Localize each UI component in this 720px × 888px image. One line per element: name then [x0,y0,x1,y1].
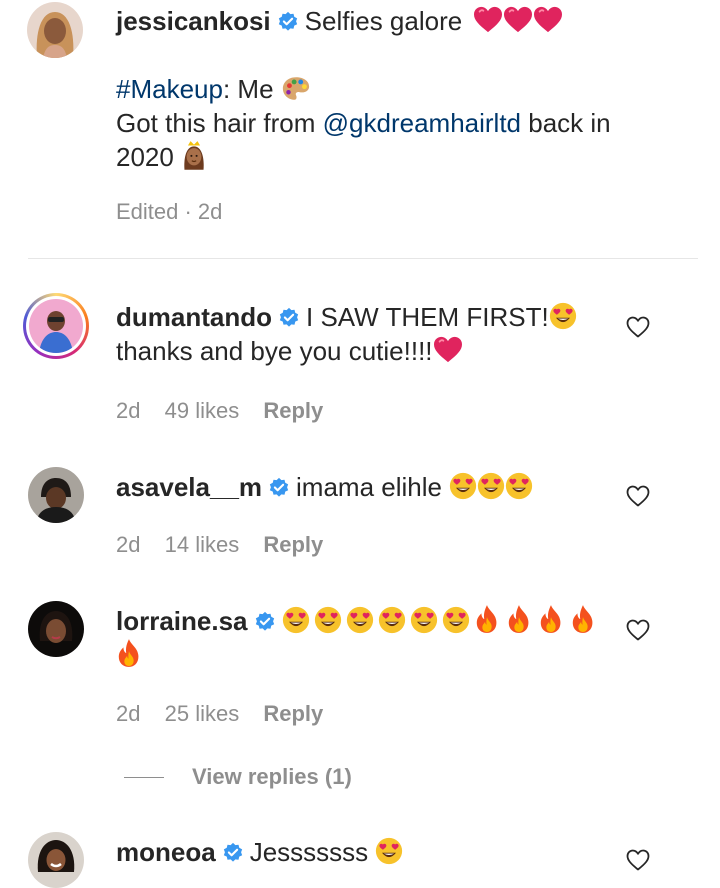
comment-3-line-1: lorraine.sa [116,604,596,638]
makeup-text: : Me [222,74,274,104]
comment-4-text-1: Jesssssss [249,837,369,867]
heart-eyes-emoji-icon [549,302,577,330]
heart-eyes-emoji-icon [410,606,438,634]
comment-3-line-2 [116,638,142,672]
comment-1-likes[interactable]: 49 likes [165,398,240,423]
caption-year-line: 2020 [116,140,207,174]
fire-emoji-icon [570,604,596,634]
caption-text: Selfies galore [304,6,463,36]
like-heart-icon[interactable] [626,619,650,641]
red-heart-emoji-icon [503,6,533,34]
reply-button[interactable]: Reply [263,398,323,423]
avatar-story-ring[interactable] [23,293,89,359]
caption-username[interactable]: jessicankosi [116,6,271,36]
avatar[interactable] [28,601,84,657]
comment-1-username[interactable]: dumantando [116,302,272,332]
caption-meta: Edited · 2d [116,198,240,226]
heart-eyes-emoji-icon [449,472,477,500]
red-heart-emoji-icon [533,6,563,34]
red-heart-emoji-icon [433,336,463,364]
hair-text: Got this hair from [116,108,316,138]
fire-emoji-icon [116,638,142,668]
heart-eyes-emoji-icon [282,606,310,634]
avatar[interactable] [27,2,83,58]
verified-badge-icon [222,842,244,864]
comment-1-line-1: dumantando I SAW THEM FIRST! [116,300,577,334]
caption-line-1: jessicankosi Selfies galore [116,4,563,38]
comment-1-meta: 2d 49 likes Reply [116,397,341,425]
artist-palette-emoji-icon [281,75,311,102]
comment-2-text-1: imama elihle [296,472,442,502]
comment-1-text-2: thanks and bye you cutie!!!! [116,336,433,366]
comment-3-meta: 2d 25 likes Reply [116,700,341,728]
makeup-hashtag[interactable]: #Makeup [116,74,223,104]
caption-makeup-line: #Makeup: Me [116,72,311,106]
hair-mention-link[interactable]: @gkdreamhairltd [323,108,521,138]
comment-4-username[interactable]: moneoa [116,837,216,867]
fire-emoji-icon [538,604,564,634]
heart-eyes-emoji-icon [477,472,505,500]
like-heart-icon[interactable] [626,485,650,507]
hair-suffix: back in [528,108,611,138]
reply-button[interactable]: Reply [263,532,323,557]
heart-eyes-emoji-icon [314,606,342,634]
verified-badge-icon [268,477,290,499]
avatar[interactable] [28,832,84,888]
like-heart-icon[interactable] [626,849,650,871]
princess-emoji-icon [181,140,207,170]
like-heart-icon[interactable] [626,316,650,338]
fire-emoji-icon [474,604,500,634]
heart-eyes-emoji-icon [442,606,470,634]
comment-4-line-1: moneoa Jesssssss [116,835,403,869]
comment-2-line-1: asavela__m imama elihle [116,470,533,504]
view-replies-button[interactable]: View replies (1) [192,763,352,791]
comment-2-time: 2d [116,532,141,557]
verified-badge-icon [277,11,299,33]
comment-1-time: 2d [116,398,141,423]
comment-2-username[interactable]: asavela__m [116,472,262,502]
heart-eyes-emoji-icon [346,606,374,634]
fire-emoji-icon [506,604,532,634]
red-heart-emoji-icon [473,6,503,34]
heart-eyes-emoji-icon [505,472,533,500]
comment-2-likes[interactable]: 14 likes [165,532,240,557]
reply-button[interactable]: Reply [263,701,323,726]
view-replies-divider [124,777,164,778]
avatar [29,299,83,353]
caption-hair-line: Got this hair from @gkdreamhairltd back … [116,106,611,140]
comment-1-line-2: thanks and bye you cutie!!!! [116,334,463,368]
heart-eyes-emoji-icon [375,837,403,865]
verified-badge-icon [278,307,300,329]
edited-label: Edited · 2d [116,199,223,224]
caption-divider [28,258,698,259]
verified-badge-icon [254,611,276,633]
comment-2-meta: 2d 14 likes Reply [116,531,341,559]
avatar[interactable] [28,467,84,523]
heart-eyes-emoji-icon [378,606,406,634]
comment-1-text-1: I SAW THEM FIRST! [306,302,549,332]
comment-3-username[interactable]: lorraine.sa [116,606,248,636]
comment-3-time: 2d [116,701,141,726]
year-text: 2020 [116,142,174,172]
comment-3-likes[interactable]: 25 likes [165,701,240,726]
